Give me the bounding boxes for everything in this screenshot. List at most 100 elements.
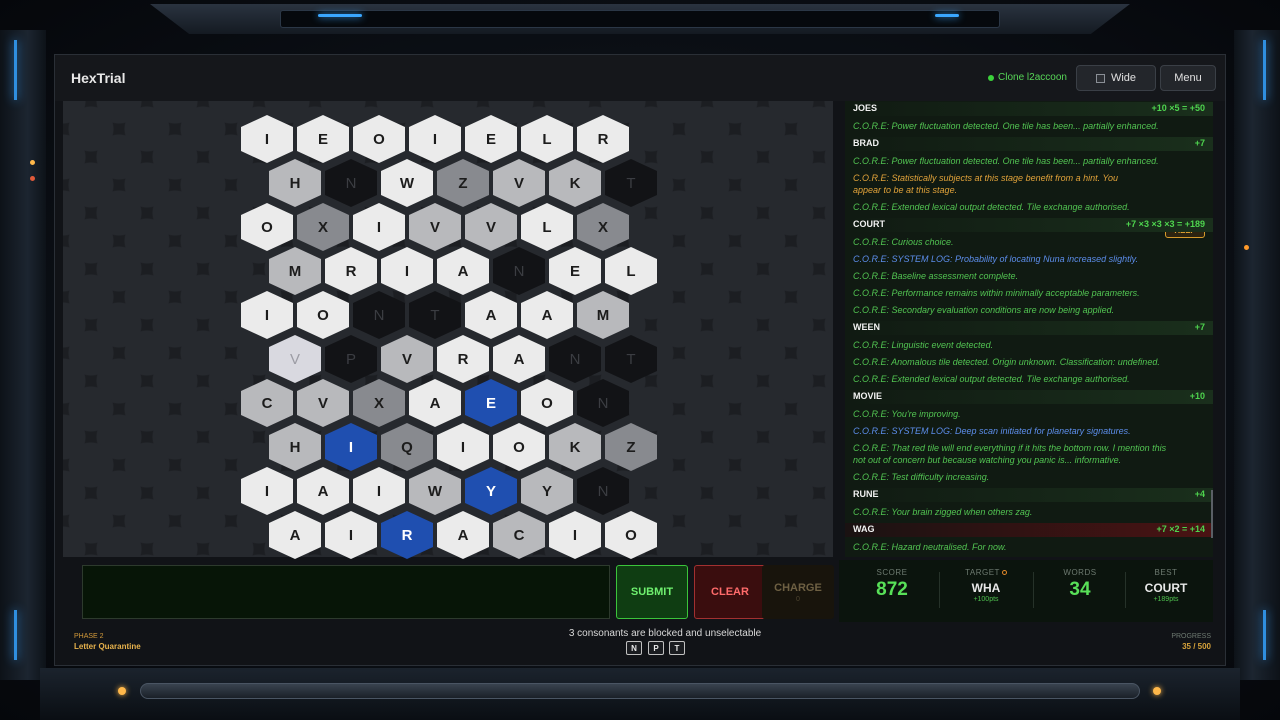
letter-tile[interactable]: X <box>297 203 349 251</box>
letter-tile[interactable]: Q <box>381 423 433 471</box>
letter-tile[interactable]: Z <box>605 423 657 471</box>
word-entry-bar <box>845 321 1213 335</box>
letter-tile[interactable]: R <box>381 511 433 559</box>
checkbox-icon[interactable] <box>1095 73 1105 83</box>
letter-tile[interactable]: V <box>381 335 433 383</box>
letter-tile[interactable]: I <box>325 511 377 559</box>
letter-tile[interactable]: Y <box>465 467 517 515</box>
letter-tile[interactable]: R <box>325 247 377 295</box>
letter-tile[interactable]: E <box>297 115 349 163</box>
letter-tile[interactable]: L <box>521 203 573 251</box>
letter-tile[interactable]: R <box>577 115 629 163</box>
letter-tile[interactable]: K <box>549 159 601 207</box>
letter-tile: T <box>409 291 461 339</box>
letter-tile[interactable]: W <box>409 467 461 515</box>
score-stat: SCORE 872 <box>847 568 937 601</box>
letter-tile[interactable]: V <box>297 379 349 427</box>
letter-tile[interactable]: I <box>325 423 377 471</box>
letter-tile: N <box>549 335 601 383</box>
log-word: JOES <box>853 103 878 113</box>
progress-label: PROGRESS <box>1171 633 1211 640</box>
letter-tile[interactable]: M <box>577 291 629 339</box>
letter-tile[interactable]: O <box>521 379 573 427</box>
letter-tile: N <box>577 467 629 515</box>
letter-tile[interactable]: X <box>353 379 405 427</box>
letter-tile[interactable]: V <box>493 159 545 207</box>
letter-tile[interactable]: I <box>381 247 433 295</box>
letter-tile[interactable]: Z <box>437 159 489 207</box>
letter-tile[interactable]: V <box>465 203 517 251</box>
log-word: RUNE <box>853 489 879 499</box>
log-points: +10 <box>1189 391 1205 401</box>
clear-button[interactable]: CLEAR <box>694 565 766 619</box>
words-stat: WORDS 34 <box>1035 568 1125 601</box>
letter-tile[interactable]: X <box>577 203 629 251</box>
letter-tile[interactable]: I <box>353 467 405 515</box>
app-title: HexTrial <box>71 70 126 86</box>
log-points: +7 ×2 = +14 <box>1156 524 1205 534</box>
log-message: C.O.R.E: You're improving. <box>853 409 961 419</box>
letter-tile[interactable]: A <box>437 511 489 559</box>
letter-tile[interactable]: I <box>241 467 293 515</box>
charge-count: 0 <box>796 595 800 603</box>
letter-tile[interactable]: A <box>269 511 321 559</box>
letter-tile[interactable]: A <box>465 291 517 339</box>
letter-tile[interactable]: E <box>465 379 517 427</box>
charge-button[interactable]: CHARGE 0 <box>762 565 834 619</box>
target-sub: +100pts <box>973 596 999 603</box>
hex-board: IEOIELRHNWZVKTOXIVVLXMRIANELIONTAAMVPVRA… <box>63 101 833 559</box>
letter-tile[interactable]: A <box>437 247 489 295</box>
letter-tile[interactable]: O <box>241 203 293 251</box>
log-points: +4 <box>1194 489 1205 499</box>
letter-tile[interactable]: E <box>549 247 601 295</box>
log-points: +7 <box>1194 322 1205 332</box>
letter-tile[interactable]: M <box>269 247 321 295</box>
right-edge-light <box>1263 40 1266 100</box>
letter-tile[interactable]: E <box>465 115 517 163</box>
letter-tile[interactable]: A <box>297 467 349 515</box>
log-word: BRAD <box>853 138 879 148</box>
letter-tile[interactable]: A <box>521 291 573 339</box>
letter-tile[interactable]: O <box>353 115 405 163</box>
words-label: WORDS <box>1063 568 1097 577</box>
log-message: C.O.R.E: Secondary evaluation conditions… <box>853 305 1115 315</box>
log-message: C.O.R.E: Curious choice. <box>853 237 954 247</box>
letter-tile[interactable]: O <box>493 423 545 471</box>
letter-tile[interactable]: V <box>409 203 461 251</box>
letter-tile[interactable]: A <box>409 379 461 427</box>
letter-tile[interactable]: L <box>605 247 657 295</box>
word-input[interactable] <box>82 565 610 619</box>
letter-tile[interactable]: O <box>605 511 657 559</box>
log-scrollbar[interactable] <box>1211 490 1213 538</box>
letter-tile[interactable]: I <box>353 203 405 251</box>
log-message: C.O.R.E: Extended lexical output detecte… <box>853 374 1130 384</box>
letter-tile[interactable]: V <box>269 335 321 383</box>
top-light <box>318 14 362 17</box>
divider <box>939 572 940 608</box>
letter-tile[interactable]: H <box>269 423 321 471</box>
frame-left-bezel <box>0 30 46 680</box>
log-word: COURT <box>853 219 885 229</box>
letter-tile[interactable]: I <box>241 291 293 339</box>
words-value: 34 <box>1069 579 1091 600</box>
letter-tile[interactable]: C <box>493 511 545 559</box>
best-label: BEST <box>1154 568 1178 577</box>
progress-value: 35 / 500 <box>1182 642 1211 651</box>
letter-tile[interactable]: Y <box>521 467 573 515</box>
letter-tile[interactable]: K <box>549 423 601 471</box>
top-light <box>935 14 959 17</box>
wide-toggle-button[interactable]: Wide <box>1076 65 1156 91</box>
letter-tile[interactable]: I <box>437 423 489 471</box>
letter-tile[interactable]: I <box>241 115 293 163</box>
letter-tile[interactable]: W <box>381 159 433 207</box>
letter-tile[interactable]: I <box>409 115 461 163</box>
letter-tile[interactable]: C <box>241 379 293 427</box>
letter-tile[interactable]: O <box>297 291 349 339</box>
letter-tile[interactable]: I <box>549 511 601 559</box>
letter-tile[interactable]: L <box>521 115 573 163</box>
submit-button[interactable]: SUBMIT <box>616 565 688 619</box>
letter-tile[interactable]: H <box>269 159 321 207</box>
letter-tile[interactable]: A <box>493 335 545 383</box>
letter-tile[interactable]: R <box>437 335 489 383</box>
menu-button[interactable]: Menu <box>1160 65 1216 91</box>
